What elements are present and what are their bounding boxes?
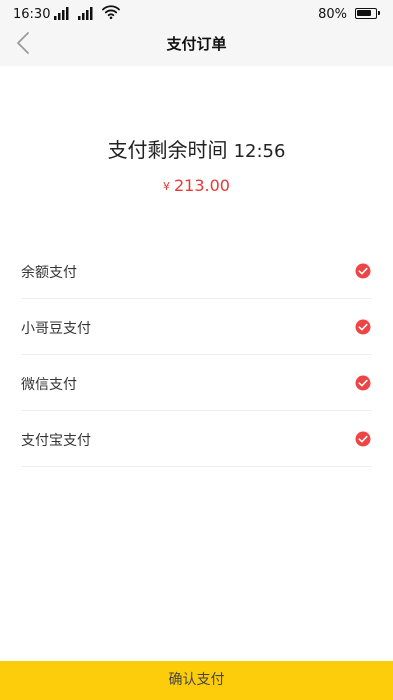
check-circle-icon	[355, 375, 371, 391]
payment-method-xiaogedou[interactable]: 小哥豆支付	[21, 299, 372, 355]
signal-icon	[78, 7, 93, 20]
wifi-icon	[102, 5, 120, 20]
battery-icon	[355, 8, 380, 19]
top-area: 16:30 80% 支付订单	[0, 0, 393, 66]
payment-amount: ¥213.00	[0, 176, 393, 195]
battery-level	[357, 10, 371, 16]
payment-countdown: 支付剩余时间 12:56	[0, 134, 393, 163]
payment-method-alipay[interactable]: 支付宝支付	[21, 411, 372, 467]
check-circle-icon	[355, 263, 371, 279]
payment-method-label: 支付宝支付	[21, 433, 91, 449]
signal-icon	[54, 7, 69, 20]
battery-percent: 80%	[318, 7, 347, 22]
payment-method-wechat[interactable]: 微信支付	[21, 355, 372, 411]
amount-value: 213.00	[174, 176, 230, 195]
check-circle-icon	[355, 431, 371, 447]
status-time: 16:30	[13, 7, 51, 22]
payment-method-balance[interactable]: 余额支付	[21, 243, 372, 299]
payment-method-list: 余额支付 小哥豆支付 微信支付 支付宝支付	[21, 243, 372, 467]
page-title: 支付订单	[166, 35, 227, 53]
countdown-time: 12:56	[233, 141, 286, 162]
check-circle-icon	[355, 319, 371, 335]
confirm-payment-button[interactable]: 确认支付	[0, 661, 393, 700]
status-bar: 16:30 80%	[0, 0, 393, 28]
payment-method-label: 余额支付	[21, 265, 77, 281]
countdown-label: 支付剩余时间	[107, 138, 228, 162]
payment-method-label: 小哥豆支付	[21, 321, 91, 337]
payment-method-label: 微信支付	[21, 377, 77, 393]
currency-symbol: ¥	[163, 180, 170, 193]
header: 支付订单	[0, 28, 393, 66]
